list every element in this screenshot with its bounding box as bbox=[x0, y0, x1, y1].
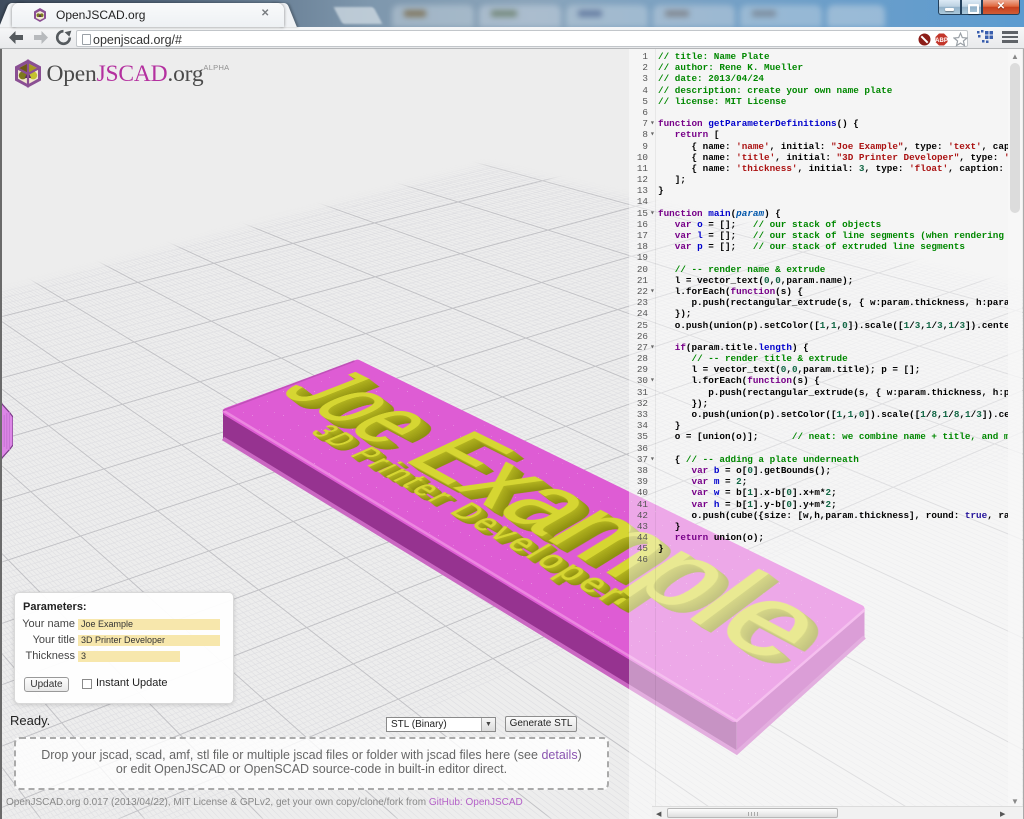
svg-text:ABP: ABP bbox=[935, 38, 948, 44]
